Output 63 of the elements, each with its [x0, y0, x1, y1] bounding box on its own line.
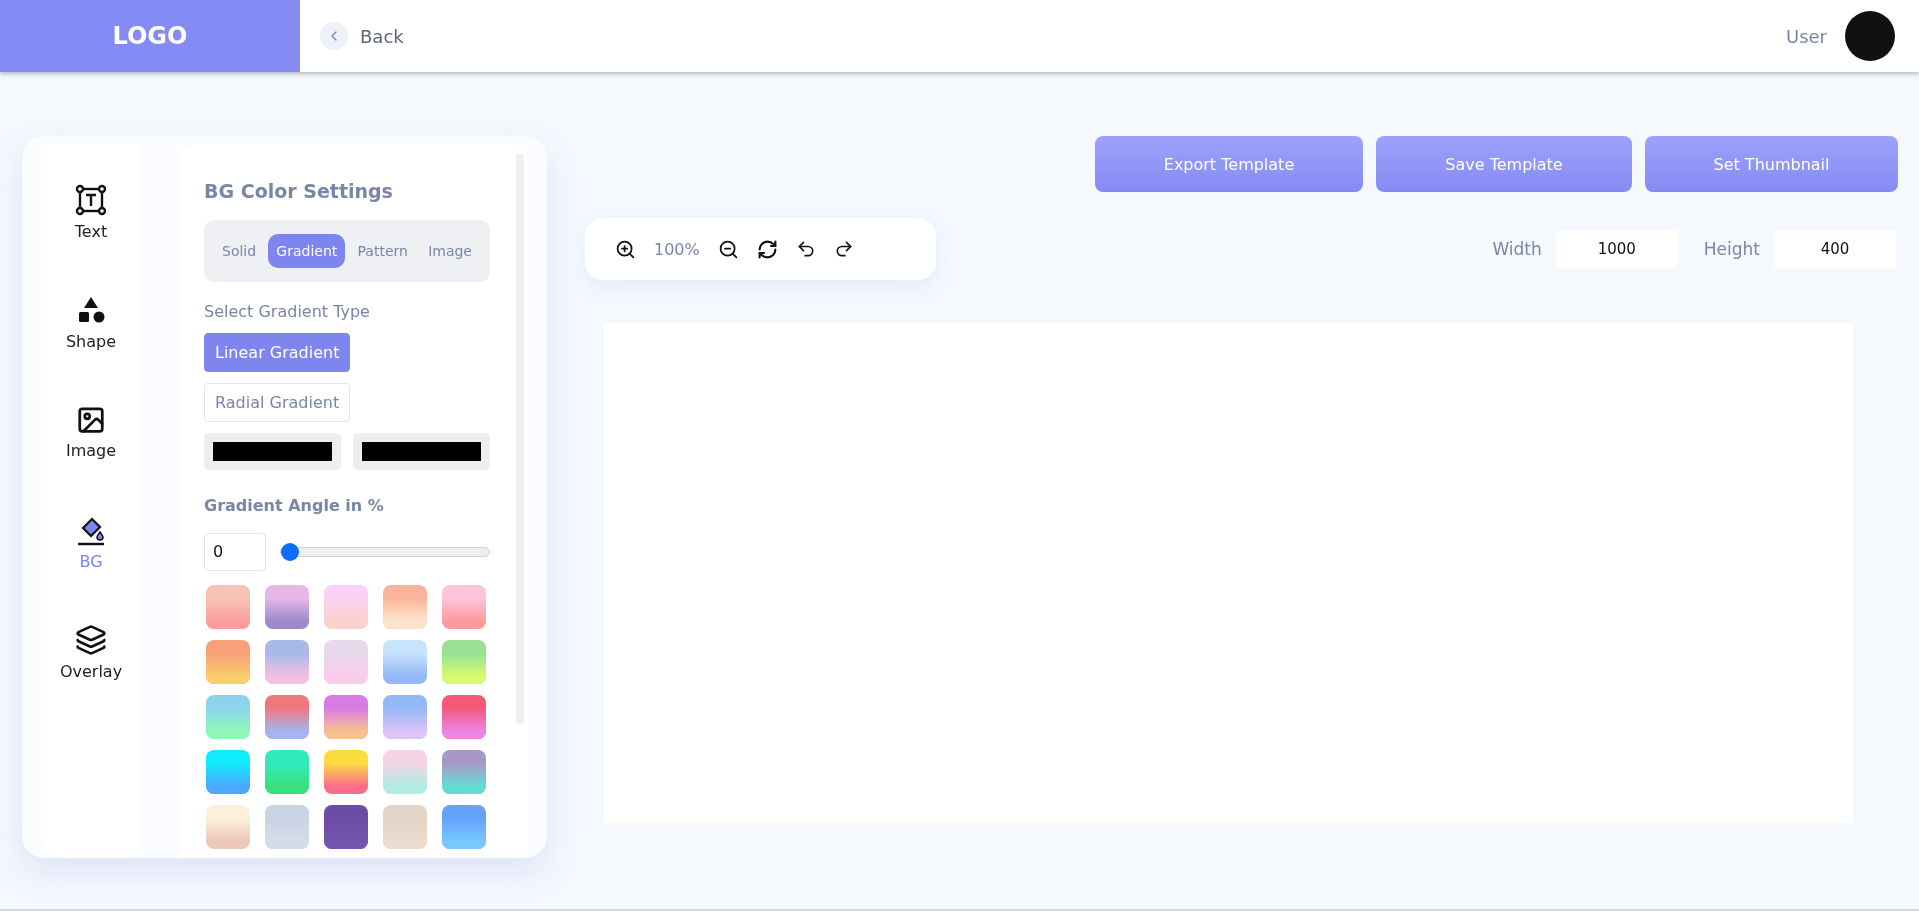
refresh-button[interactable] [756, 238, 778, 260]
gradient-swatch[interactable] [442, 750, 486, 794]
gradient-swatch[interactable] [324, 695, 368, 739]
gradient-swatch[interactable] [383, 750, 427, 794]
gradient-swatch[interactable] [265, 585, 309, 629]
gradient-swatch[interactable] [206, 695, 250, 739]
gradient-swatch[interactable] [206, 585, 250, 629]
angle-input[interactable]: 0 [204, 533, 266, 571]
fill-type-tab[interactable]: Gradient [268, 234, 346, 268]
gradient-swatch[interactable] [383, 805, 427, 849]
fill-type-tab[interactable]: Pattern [349, 234, 416, 268]
gradient-type-button[interactable]: Linear Gradient [204, 333, 351, 372]
color-picker[interactable] [353, 433, 490, 470]
dimension-label: Width [1492, 239, 1542, 259]
layers-icon [75, 623, 107, 656]
color-picker[interactable] [204, 433, 341, 470]
gradient-swatch[interactable] [442, 805, 486, 849]
user-name: User [1785, 25, 1827, 47]
gradient-swatch[interactable] [383, 695, 427, 739]
gradient-swatch[interactable] [206, 750, 250, 794]
image-icon [76, 404, 106, 435]
gradient-swatch[interactable] [206, 805, 250, 849]
section-label: Gradient Angle in % [204, 496, 385, 515]
fill-type-tab[interactable]: Image [420, 234, 480, 268]
zoom-level: 100% [654, 239, 700, 259]
action-button[interactable]: Export Template [1095, 136, 1363, 192]
gradient-swatch[interactable] [206, 640, 250, 684]
slider-thumb[interactable] [281, 543, 299, 561]
gradient-swatch[interactable] [265, 640, 309, 684]
gradient-swatch[interactable] [383, 640, 427, 684]
tool-item[interactable]: BG [46, 498, 136, 586]
gradient-swatch[interactable] [324, 640, 368, 684]
undo-button[interactable] [795, 239, 816, 259]
tool-item[interactable]: Shape [46, 278, 136, 366]
action-button[interactable]: Save Template [1376, 136, 1632, 192]
gradient-type-button[interactable]: Radial Gradient [204, 383, 351, 422]
gradient-swatch[interactable] [442, 640, 486, 684]
dimension-label: Height [1703, 239, 1760, 259]
gradient-swatch[interactable] [383, 585, 427, 629]
text-icon [75, 183, 107, 216]
back-button[interactable]: Back [314, 0, 410, 72]
gradient-swatch[interactable] [265, 805, 309, 849]
fill-type-tab[interactable]: Solid [214, 234, 265, 268]
section-label: Select Gradient Type [204, 302, 371, 321]
tool-item[interactable]: Overlay [46, 608, 136, 696]
gradient-swatch[interactable] [442, 585, 486, 629]
chevron-left-icon [320, 22, 348, 50]
panel-title: BG Color Settings [204, 180, 394, 202]
zoom-out-button[interactable] [717, 238, 739, 260]
dimension-input[interactable]: 400 [1774, 230, 1896, 268]
zoom-in-button[interactable] [615, 238, 636, 260]
logo: LOGO [0, 0, 300, 72]
gradient-swatch[interactable] [442, 695, 486, 739]
dimension-input[interactable]: 1000 [1555, 230, 1678, 268]
action-button[interactable]: Set Thumbnail [1645, 136, 1898, 192]
tool-item[interactable]: Image [46, 388, 136, 476]
gradient-swatch[interactable] [324, 805, 368, 849]
gradient-swatch[interactable] [324, 585, 368, 629]
gradient-swatch[interactable] [324, 750, 368, 794]
tool-item[interactable]: Text [46, 168, 136, 256]
gradient-swatch[interactable] [265, 750, 309, 794]
gradient-swatch[interactable] [265, 695, 309, 739]
avatar[interactable] [1845, 11, 1895, 61]
